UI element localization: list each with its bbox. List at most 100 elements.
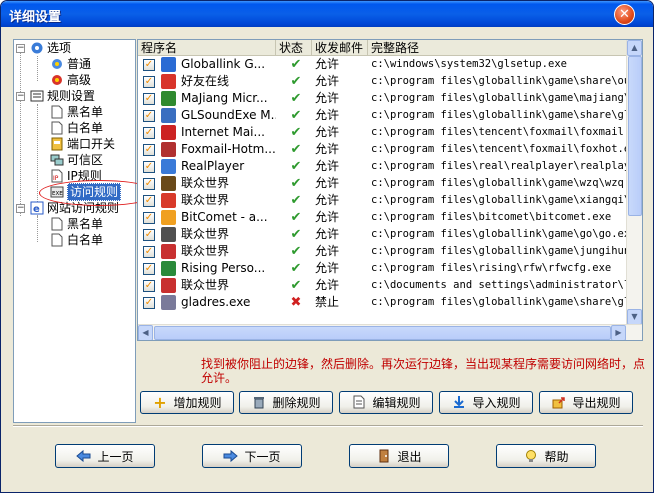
tree-item-trusted-zone[interactable]: 可信区	[50, 152, 103, 168]
edit-rule-button[interactable]: 编辑规则	[339, 391, 433, 414]
table-row[interactable]: ✓ gladres.exe ✖ 禁止 c:\program files\globalli…	[138, 294, 628, 311]
tree-item-label: 端口开关	[67, 137, 116, 151]
row-checkbox[interactable]: ✓	[143, 212, 155, 224]
vertical-scrollbar[interactable]: ▲ ▼	[626, 40, 642, 325]
tree-item-site-blacklist[interactable]: 黑名单	[50, 216, 103, 232]
row-checkbox[interactable]: ✓	[143, 127, 155, 139]
network-icon	[50, 153, 64, 167]
table-row[interactable]: ✓ BitComet - a... ✔ 允许 c:\program files\bitc…	[138, 209, 628, 226]
row-checkbox[interactable]: ✓	[143, 144, 155, 156]
expander-website-rules[interactable]: −	[16, 204, 25, 213]
sound-icon	[161, 108, 176, 123]
export-rule-button[interactable]: 导出规则	[539, 391, 633, 414]
scroll-up-button[interactable]: ▲	[627, 40, 642, 56]
import-rule-button[interactable]: 导入规则	[439, 391, 533, 414]
ip-icon: IP	[50, 169, 64, 183]
table-row[interactable]: ✓ Globallink G... ✔ 允许 c:\windows\system32\g…	[138, 56, 628, 73]
row-checkbox[interactable]: ✓	[143, 297, 155, 309]
lightbulb-icon	[523, 449, 538, 464]
vertical-scroll-thumb[interactable]	[628, 56, 642, 216]
row-checkbox[interactable]: ✓	[143, 76, 155, 88]
tree-item-label: 黑名单	[67, 217, 104, 231]
table-row[interactable]: ✓ Internet Mai... ✔ 允许 c:\program files\tenc…	[138, 124, 628, 141]
tree-item-advanced[interactable]: 高级	[50, 72, 91, 88]
horizontal-scrollbar[interactable]: ◀ ▶	[138, 324, 642, 340]
tree-item-whitelist[interactable]: 白名单	[50, 120, 103, 136]
close-icon: ✕	[619, 7, 630, 22]
help-button[interactable]: 帮助	[496, 444, 596, 468]
row-checkbox[interactable]: ✓	[143, 229, 155, 241]
options-icon	[30, 41, 44, 55]
scroll-left-button[interactable]: ◀	[138, 325, 153, 340]
row-checkbox[interactable]: ✓	[143, 263, 155, 275]
next-page-button[interactable]: 下一页	[202, 444, 302, 468]
tree-item-site-whitelist[interactable]: 白名单	[50, 232, 103, 248]
tree-item-label: 白名单	[67, 233, 104, 247]
table-row[interactable]: ✓ MaJiang Micr... ✔ 允许 c:\program files\glob…	[138, 90, 628, 107]
row-checkbox[interactable]: ✓	[143, 195, 155, 207]
column-header-name[interactable]: 程序名	[138, 40, 276, 56]
tree-item-port-switch[interactable]: 端口开关	[50, 136, 115, 152]
horizontal-scroll-thumb[interactable]	[154, 326, 611, 340]
row-checkbox[interactable]: ✓	[143, 280, 155, 292]
prev-page-label: 上一页	[97, 449, 134, 464]
row-full-path: c:\windows\system32\glsetup.exe	[371, 58, 567, 70]
tree-item-normal[interactable]: 普通	[50, 56, 91, 72]
row-checkbox[interactable]: ✓	[143, 178, 155, 190]
rising-icon	[161, 261, 176, 276]
table-row[interactable]: ✓ Foxmail-Hotm... ✔ 允许 c:\program files\tenc…	[138, 141, 628, 158]
column-header-path[interactable]: 完整路径	[368, 40, 638, 56]
scroll-down-button[interactable]: ▼	[627, 309, 642, 325]
allow-check-icon: ✔	[290, 108, 302, 123]
tree-item-ip-rules[interactable]: IP IP规则	[50, 168, 102, 184]
expander-options[interactable]: −	[16, 44, 25, 53]
row-mail-permission: 允许	[315, 159, 340, 173]
tree-item-options[interactable]: 选项	[30, 40, 71, 56]
prev-page-button[interactable]: 上一页	[55, 444, 155, 468]
table-row[interactable]: ✓ RealPlayer ✔ 允许 c:\program files\real\real…	[138, 158, 628, 175]
table-row[interactable]: ✓ 联众世界 ✔ 允许 c:\program files\globallink\game…	[138, 226, 628, 243]
row-mail-permission: 禁止	[315, 295, 340, 309]
door-exit-icon	[376, 449, 391, 464]
allow-check-icon: ✔	[290, 278, 302, 293]
exit-button[interactable]: 退出	[349, 444, 449, 468]
column-header-status[interactable]: 状态	[276, 40, 312, 56]
delete-rule-button[interactable]: 删除规则	[239, 391, 333, 414]
svg-text:EXE: EXE	[52, 191, 63, 197]
table-row[interactable]: ✓ GLSoundExe M... ✔ 允许 c:\program files\glob…	[138, 107, 628, 124]
title-bar[interactable]: 详细设置 ✕	[1, 1, 653, 27]
add-rule-label: 增加规则	[173, 396, 222, 410]
table-row[interactable]: ✓ 联众世界 ✔ 允许 c:\documents and settings\admini…	[138, 277, 628, 294]
tree-item-label: 高级	[67, 73, 92, 87]
table-row[interactable]: ✓ 好友在线 ✔ 允许 c:\program files\globallink\game…	[138, 73, 628, 90]
row-checkbox[interactable]: ✓	[143, 59, 155, 71]
row-checkbox[interactable]: ✓	[143, 246, 155, 258]
table-row[interactable]: ✓ 联众世界 ✔ 允许 c:\program files\globallink\game…	[138, 243, 628, 260]
table-row[interactable]: ✓ 联众世界 ✔ 允许 c:\program files\globallink\game…	[138, 192, 628, 209]
allow-check-icon: ✔	[290, 91, 302, 106]
friends-icon	[161, 74, 176, 89]
row-checkbox[interactable]: ✓	[143, 110, 155, 122]
export-icon	[551, 395, 566, 410]
tree-item-label: 黑名单	[67, 105, 104, 119]
row-program-name: Foxmail-Hotm...	[181, 142, 276, 156]
tree-item-blacklist[interactable]: 黑名单	[50, 104, 103, 120]
close-button[interactable]: ✕	[614, 4, 635, 25]
globallink-icon	[161, 57, 176, 72]
tree-item-label: 访问规则	[67, 183, 122, 201]
row-checkbox[interactable]: ✓	[143, 161, 155, 173]
row-checkbox[interactable]: ✓	[143, 93, 155, 105]
expander-rules[interactable]: −	[16, 92, 25, 101]
column-header-mail[interactable]: 收发邮件	[312, 40, 368, 56]
tree-item-website-rules[interactable]: e 网站访问规则	[30, 200, 119, 216]
list-header: 程序名 状态 收发邮件 完整路径	[138, 40, 628, 56]
tree-item-access-rules[interactable]: EXE 访问规则	[50, 183, 122, 201]
help-label: 帮助	[544, 449, 569, 464]
table-row[interactable]: ✓ Rising Perso... ✔ 允许 c:\program files\risi…	[138, 260, 628, 277]
row-program-name: MaJiang Micr...	[181, 91, 268, 105]
scroll-right-button[interactable]: ▶	[611, 325, 626, 340]
add-rule-button[interactable]: + 增加规则	[140, 391, 234, 414]
game-wzq-icon	[161, 176, 176, 191]
tree-item-rules[interactable]: 规则设置	[30, 88, 95, 104]
table-row[interactable]: ✓ 联众世界 ✔ 允许 c:\program files\globallink\game…	[138, 175, 628, 192]
